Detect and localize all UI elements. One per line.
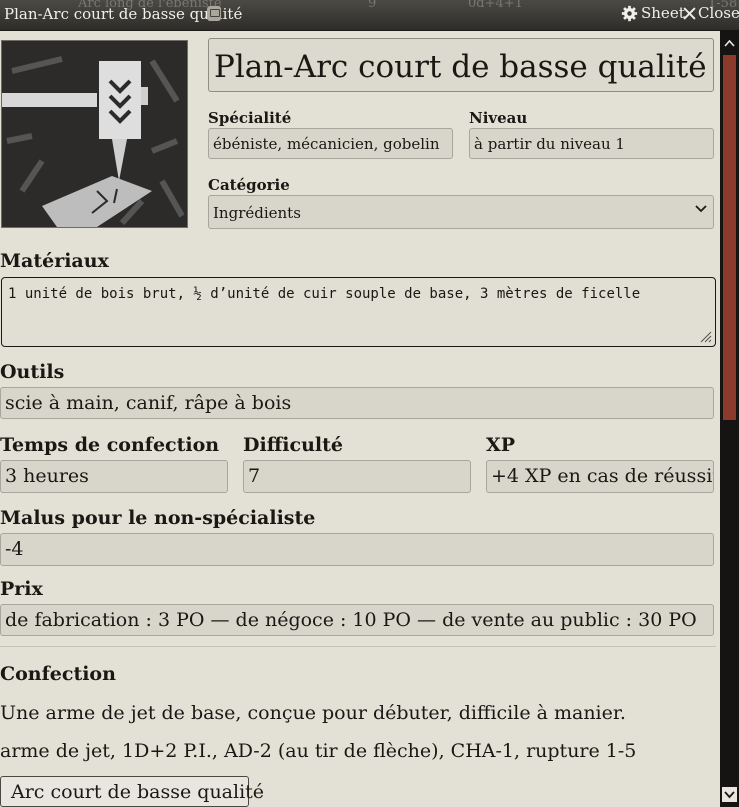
- materiaux-value: 1 unité de bois brut, ½ d’unité de cuir …: [8, 286, 641, 302]
- malus-label: Malus pour le non-spécialiste: [0, 507, 316, 529]
- xp-label: XP: [486, 434, 516, 456]
- categorie-selected-value: Ingrédients: [213, 204, 301, 222]
- chevron-down-icon: [724, 791, 735, 799]
- specialite-label: Spécialité: [208, 109, 292, 127]
- xp-input[interactable]: +4 XP en cas de réussite: [486, 460, 714, 493]
- confection-stats: arme de jet, 1D+2 P.I., AD-2 (au tir de …: [0, 740, 637, 762]
- difficulte-label: Difficulté: [243, 434, 343, 456]
- gear-icon: [621, 5, 638, 21]
- sheet-button[interactable]: Sheet: [621, 4, 685, 22]
- chevron-down-icon: [695, 205, 707, 213]
- result-item-label: Arc court de basse qualité: [11, 780, 265, 803]
- confection-heading: Confection: [0, 663, 116, 685]
- malus-input[interactable]: -4: [0, 533, 714, 566]
- section-divider: [0, 646, 716, 647]
- niveau-label: Niveau: [469, 109, 528, 127]
- resize-handle-icon[interactable]: [698, 329, 712, 343]
- materiaux-textarea[interactable]: 1 unité de bois brut, ½ d’unité de cuir …: [1, 277, 716, 347]
- item-sheet-content: Plan-Arc court de basse qualité Spéciali…: [0, 30, 720, 807]
- scrollbar[interactable]: [720, 30, 739, 807]
- categorie-label: Catégorie: [208, 176, 290, 194]
- materiaux-label: Matériaux: [0, 250, 109, 272]
- close-label: Close: [698, 4, 739, 22]
- temps-input[interactable]: 3 heures: [0, 460, 228, 493]
- temps-label: Temps de confection: [0, 434, 220, 456]
- background-item-value: 0d+4+1: [468, 0, 523, 11]
- prix-input[interactable]: de fabrication : 3 PO — de négoce : 10 P…: [0, 604, 714, 636]
- item-image[interactable]: [1, 40, 188, 228]
- result-item-button[interactable]: Arc court de basse qualité: [0, 776, 264, 807]
- prix-label: Prix: [0, 578, 43, 600]
- scroll-up-arrow-icon[interactable]: [723, 37, 736, 50]
- outils-label: Outils: [0, 361, 65, 383]
- categorie-select[interactable]: Ingrédients: [208, 195, 714, 229]
- anvil-plan-icon: [2, 41, 187, 227]
- close-icon: [683, 6, 696, 20]
- item-name-input[interactable]: Plan-Arc court de basse qualité: [208, 38, 714, 92]
- sheet-label: Sheet: [641, 4, 685, 22]
- difficulte-input[interactable]: 7: [243, 460, 471, 493]
- scroll-down-arrow[interactable]: [722, 787, 737, 802]
- copy-uuid-icon[interactable]: [207, 6, 221, 21]
- close-button[interactable]: Close: [683, 4, 739, 22]
- confection-description: Une arme de jet de base, conçue pour déb…: [0, 702, 626, 724]
- background-item-value: 9: [368, 0, 377, 11]
- scrollbar-thumb[interactable]: [723, 55, 736, 420]
- niveau-input[interactable]: à partir du niveau 1: [469, 128, 714, 159]
- specialite-input[interactable]: ébéniste, mécanicien, gobelin: [208, 128, 453, 159]
- window-titlebar[interactable]: Arc long de l'ébéniste 9 0d+4+1 1-58 Pla…: [0, 0, 739, 31]
- outils-input[interactable]: scie à main, canif, râpe à bois: [0, 387, 714, 419]
